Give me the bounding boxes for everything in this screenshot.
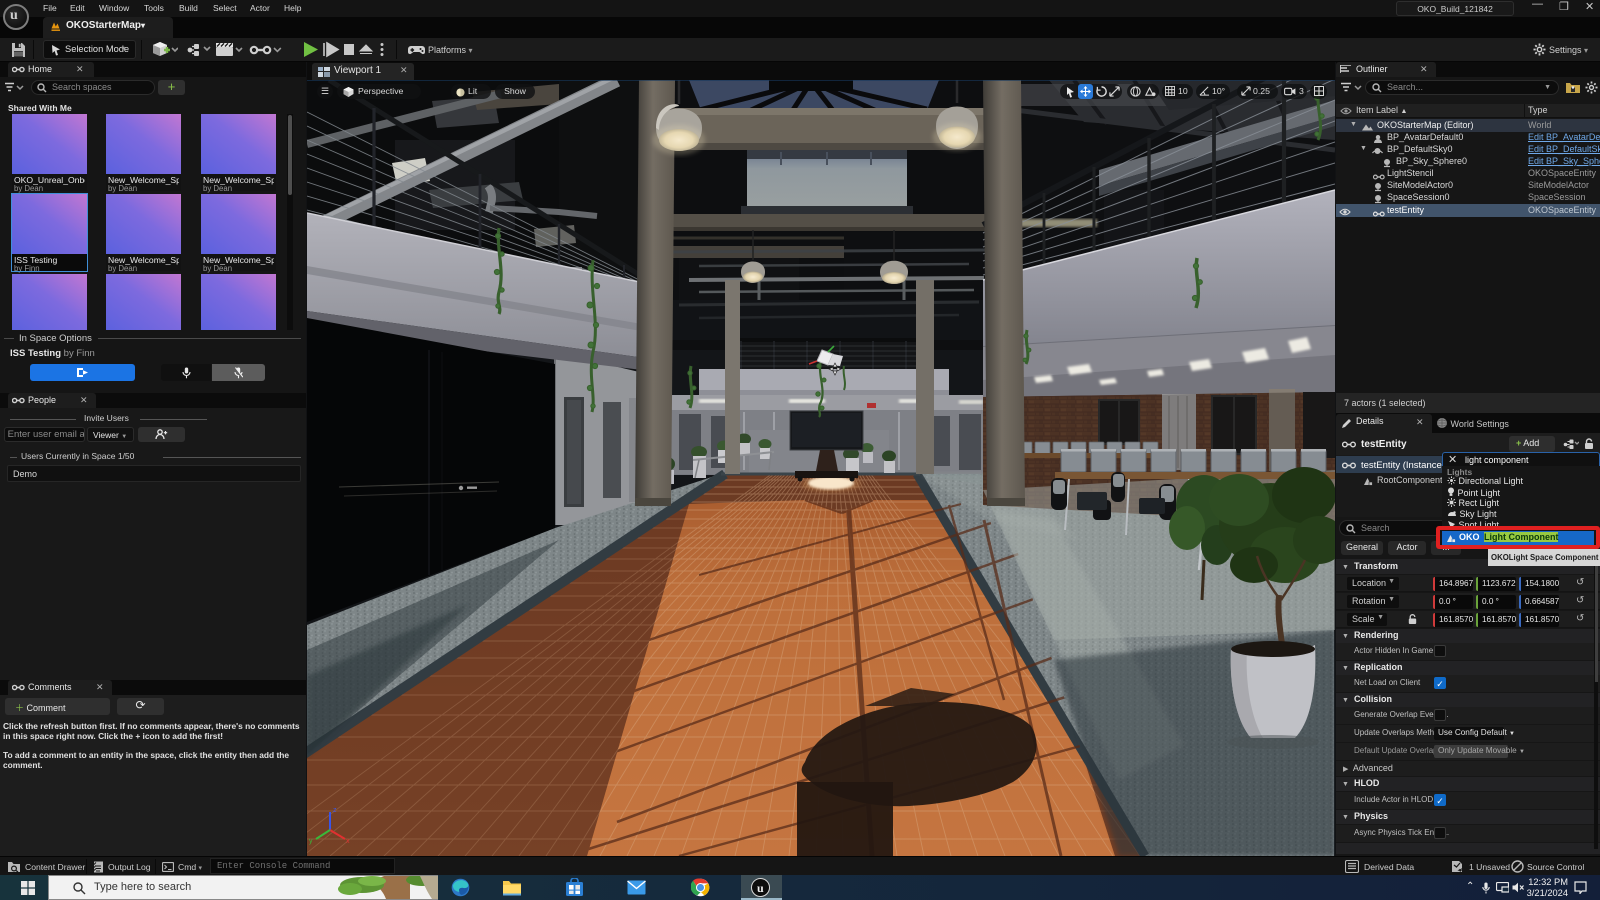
svg-text:x: x: [346, 838, 350, 845]
svg-text:y: y: [309, 838, 313, 845]
svg-text:z: z: [333, 807, 337, 814]
